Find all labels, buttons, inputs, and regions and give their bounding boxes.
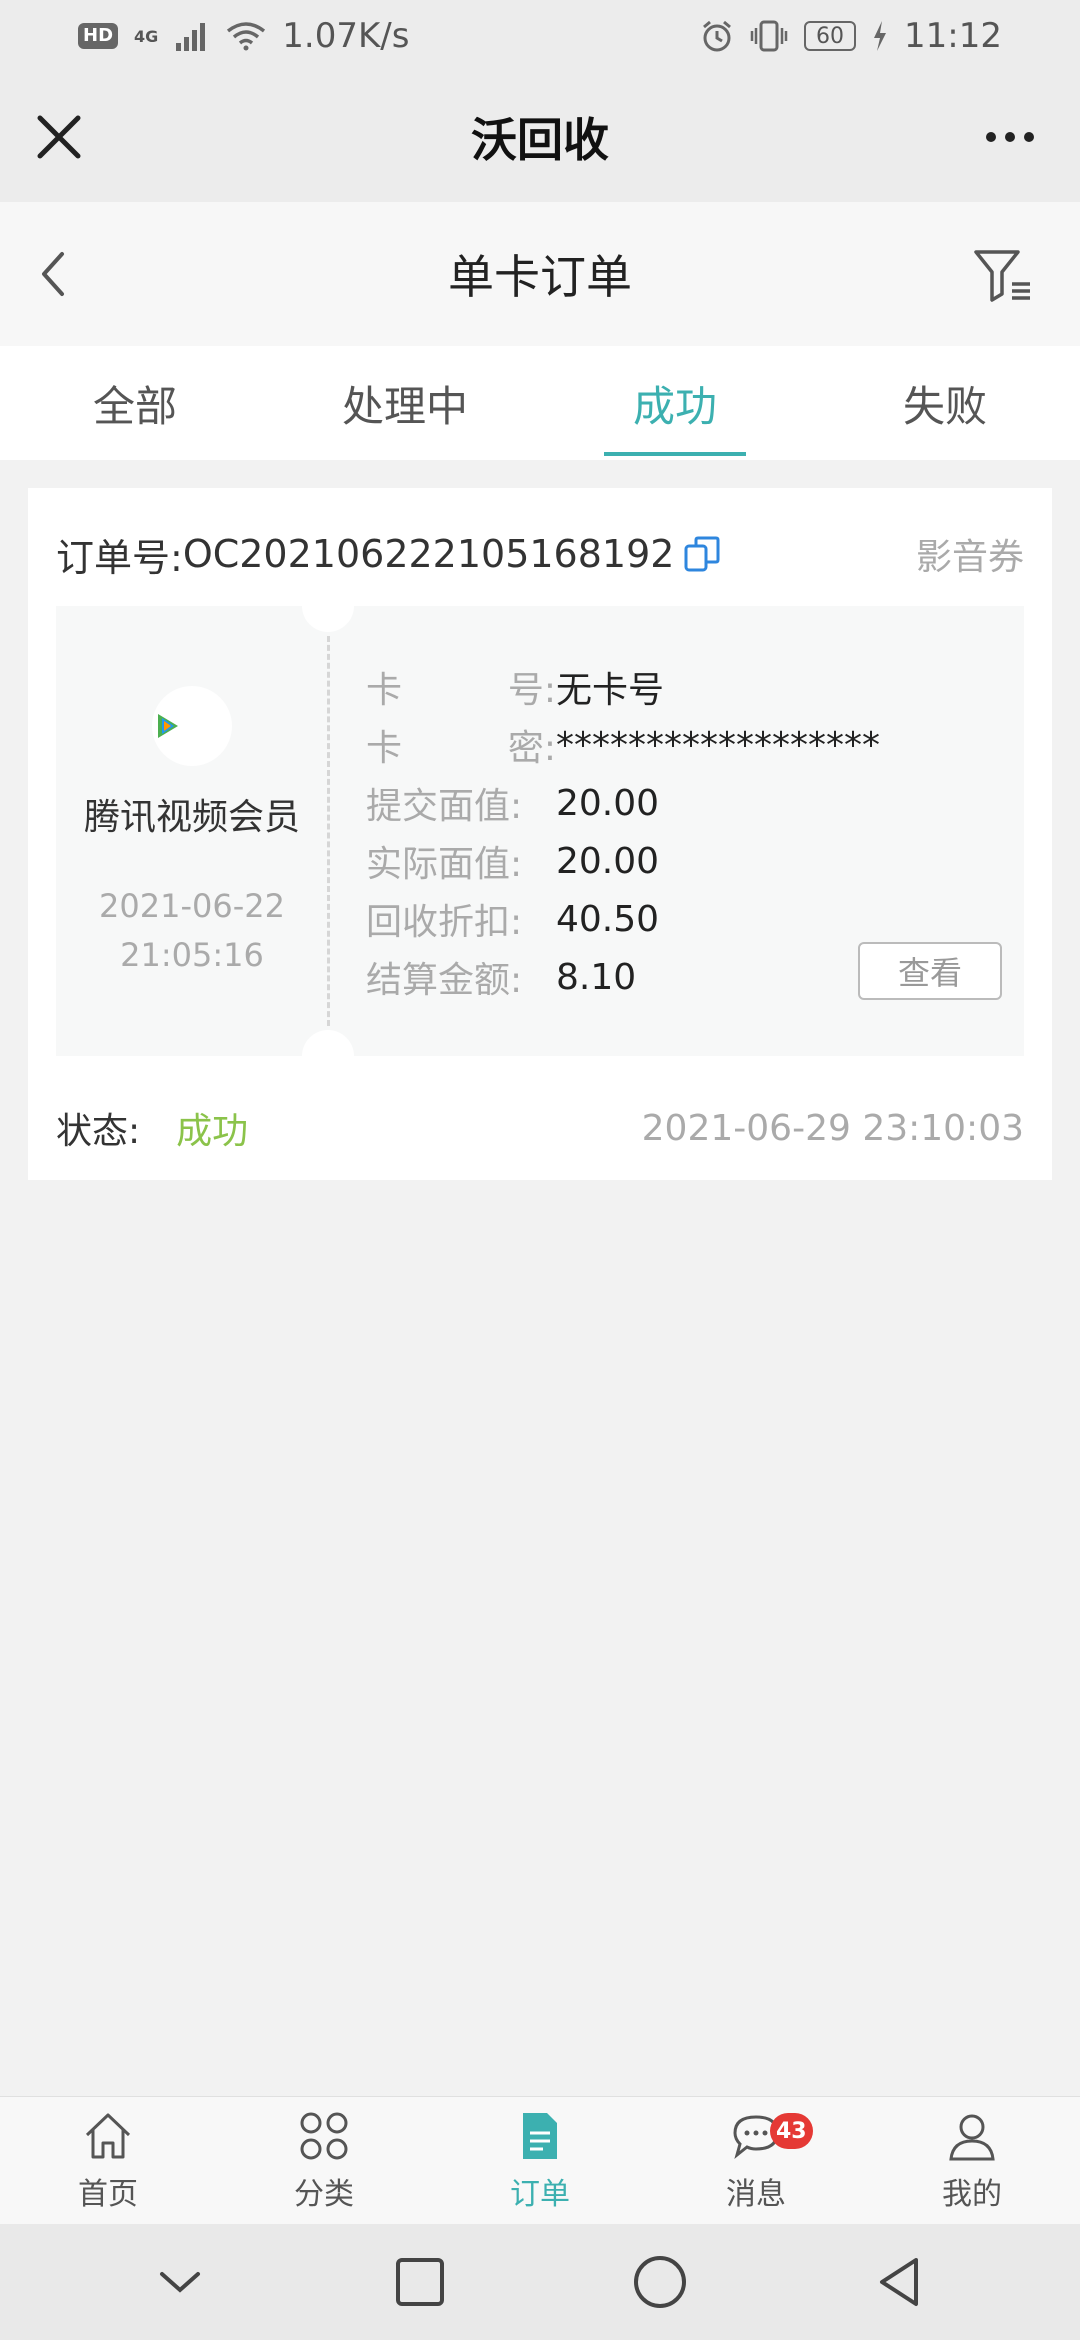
nav-mine-label: 我的 bbox=[942, 2176, 1002, 2212]
wifi-icon bbox=[227, 22, 266, 51]
status-badge: 成功 bbox=[176, 1111, 249, 1152]
home-icon bbox=[85, 2113, 131, 2158]
recent-apps-icon[interactable] bbox=[390, 2252, 450, 2312]
order-date: 2021-06-22 bbox=[99, 887, 285, 925]
order-time: 21:05:16 bbox=[120, 936, 264, 974]
nav-message[interactable]: 43 消息 bbox=[648, 2097, 864, 2224]
filter-icon bbox=[974, 250, 1030, 302]
home-circle-icon[interactable] bbox=[630, 2252, 690, 2312]
status-bar-left: HD 4G 1.07K/s bbox=[78, 16, 409, 56]
discount-value: 40.50 bbox=[556, 898, 660, 940]
chevron-down-icon[interactable] bbox=[150, 2252, 210, 2312]
actual-value-row: 实际面值: 20.00 bbox=[366, 840, 660, 886]
network-type: 4G bbox=[134, 26, 159, 46]
tencent-video-logo-icon bbox=[158, 714, 178, 738]
back-button[interactable] bbox=[28, 246, 84, 302]
tab-failed[interactable]: 失败 bbox=[810, 346, 1080, 460]
status-bar-right: 60 11:12 bbox=[700, 16, 1002, 56]
status-time: 2021-06-29 23:10:03 bbox=[641, 1107, 1024, 1149]
category-icon bbox=[300, 2112, 348, 2159]
tab-success[interactable]: 成功 bbox=[540, 346, 810, 460]
nav-home[interactable]: 首页 bbox=[0, 2097, 216, 2224]
more-button[interactable] bbox=[970, 108, 1050, 166]
chevron-left-icon bbox=[42, 252, 64, 296]
submitted-value-row: 提交面值: 20.00 bbox=[366, 782, 660, 828]
order-type: 影音券 bbox=[915, 537, 1024, 578]
order-card[interactable]: 订单号: OC202106222105168192 影音券 腾讯视频会员 202… bbox=[28, 488, 1052, 1180]
close-button[interactable] bbox=[30, 108, 88, 166]
nav-mine[interactable]: 我的 bbox=[864, 2097, 1080, 2224]
message-count-badge: 43 bbox=[770, 2113, 813, 2149]
tab-processing[interactable]: 处理中 bbox=[270, 346, 540, 460]
product-name: 腾讯视频会员 bbox=[83, 797, 300, 838]
back-triangle-icon[interactable] bbox=[870, 2252, 930, 2312]
hd-badge: HD bbox=[78, 23, 119, 49]
card-number-value: 无卡号 bbox=[556, 670, 665, 711]
user-icon bbox=[949, 2114, 995, 2160]
tab-all[interactable]: 全部 bbox=[0, 346, 270, 460]
submitted-value: 20.00 bbox=[556, 782, 660, 824]
card-number-row: 卡号: 无卡号 bbox=[366, 658, 1006, 716]
card-password-row: 卡密: ****************** bbox=[366, 724, 880, 770]
nav-category[interactable]: 分类 bbox=[216, 2097, 432, 2224]
vibrate-icon bbox=[750, 20, 788, 52]
status-row: 状态: 成功 2021-06-29 23:10:03 bbox=[56, 1088, 1024, 1168]
status-bar: HD 4G 1.07K/s 60 11:12 bbox=[0, 0, 1080, 72]
tencent-video-logo bbox=[152, 686, 232, 766]
card-password-value: ****************** bbox=[556, 724, 880, 766]
order-number-label: 订单号: bbox=[56, 535, 183, 580]
card-ticket: 腾讯视频会员 2021-06-22 21:05:16 卡号: 无卡号 卡密: *… bbox=[56, 580, 1024, 1082]
nav-message-label: 消息 bbox=[726, 2176, 786, 2212]
bottom-navigation: 首页 分类 订单 43 消息 我的 bbox=[0, 2096, 1080, 2224]
page-header: 单卡订单 bbox=[0, 202, 1080, 346]
filter-button[interactable] bbox=[972, 246, 1038, 306]
settlement-value: 8.10 bbox=[556, 956, 637, 998]
nav-home-label: 首页 bbox=[78, 2176, 138, 2212]
battery-indicator: 60 bbox=[804, 21, 857, 51]
nav-category-label: 分类 bbox=[294, 2176, 354, 2212]
charging-icon bbox=[874, 21, 887, 51]
order-number-row: 订单号: OC202106222105168192 影音券 bbox=[56, 524, 1024, 584]
nav-order[interactable]: 订单 bbox=[432, 2097, 648, 2224]
page-title: 单卡订单 bbox=[448, 250, 632, 304]
more-icon bbox=[986, 132, 996, 142]
close-icon bbox=[37, 115, 81, 159]
nav-order-label: 订单 bbox=[510, 2176, 570, 2212]
product-info: 腾讯视频会员 2021-06-22 21:05:16 bbox=[56, 606, 328, 1056]
alarm-icon bbox=[703, 20, 731, 52]
clock: 11:12 bbox=[904, 16, 1002, 56]
system-navigation-bar bbox=[0, 2224, 1080, 2340]
order-number: OC202106222105168192 bbox=[182, 532, 675, 576]
copy-icon[interactable] bbox=[682, 534, 722, 574]
status-label: 状态: bbox=[56, 1111, 141, 1152]
order-status-tabs: 全部 处理中 成功 失败 bbox=[0, 346, 1080, 460]
view-button[interactable]: 查看 bbox=[858, 942, 1002, 1000]
network-speed: 1.07K/s bbox=[282, 16, 410, 56]
signal-icon bbox=[176, 23, 206, 51]
app-title: 沃回收 bbox=[471, 113, 609, 167]
order-icon bbox=[523, 2112, 557, 2159]
actual-value: 20.00 bbox=[556, 840, 660, 882]
discount-row: 回收折扣: 40.50 bbox=[366, 898, 660, 944]
app-title-bar: 沃回收 bbox=[0, 72, 1080, 202]
